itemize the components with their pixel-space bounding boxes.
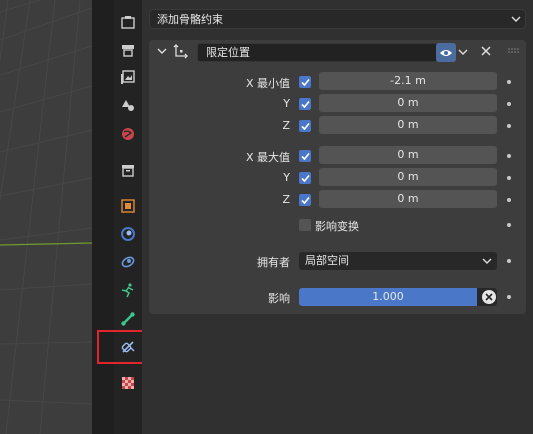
chevron-down-icon[interactable] bbox=[457, 46, 469, 58]
min-y-label: Y bbox=[283, 97, 290, 110]
min-x-label: X 最小值 bbox=[245, 77, 290, 90]
disable-keep-temp-button[interactable] bbox=[482, 290, 496, 304]
drag-handle-icon[interactable] bbox=[508, 48, 520, 54]
max-z-label: Z bbox=[282, 193, 290, 206]
collapse-chevron-icon[interactable] bbox=[157, 46, 167, 56]
owner-space-value: 局部空间 bbox=[305, 254, 349, 267]
keyframe-dot[interactable] bbox=[507, 154, 511, 158]
influence-value: 1.000 bbox=[372, 290, 404, 303]
viewport-border bbox=[92, 0, 114, 434]
min-z-field[interactable]: 0 m bbox=[319, 116, 497, 134]
eye-icon bbox=[440, 49, 452, 56]
use-max-z-checkbox[interactable] bbox=[299, 194, 311, 206]
keyframe-dot[interactable] bbox=[507, 223, 511, 227]
max-y-label: Y bbox=[283, 171, 290, 184]
3d-viewport[interactable] bbox=[0, 0, 92, 434]
min-y-field[interactable]: 0 m bbox=[319, 94, 497, 112]
checkmark-icon bbox=[300, 122, 310, 130]
texture-icon bbox=[122, 377, 134, 389]
close-icon[interactable] bbox=[480, 45, 492, 57]
keyframe-dot[interactable] bbox=[507, 259, 511, 263]
render-icon bbox=[122, 45, 134, 57]
close-icon bbox=[485, 293, 493, 301]
keyframe-dot[interactable] bbox=[507, 295, 511, 299]
owner-label: 拥有者 bbox=[257, 256, 290, 269]
collection-icon bbox=[122, 165, 134, 177]
use-min-z-checkbox[interactable] bbox=[299, 120, 311, 132]
tab-bone[interactable] bbox=[114, 306, 142, 332]
tab-object[interactable] bbox=[114, 193, 142, 219]
checkmark-icon bbox=[300, 100, 310, 108]
particles-icon bbox=[121, 256, 135, 268]
checkmark-icon bbox=[300, 152, 310, 160]
affect-transform-checkbox[interactable] bbox=[299, 219, 311, 231]
limit-location-icon bbox=[173, 44, 188, 59]
use-max-x-checkbox[interactable] bbox=[299, 150, 311, 162]
owner-space-dropdown[interactable]: 局部空间 bbox=[299, 252, 497, 270]
chevron-down-icon bbox=[482, 258, 492, 264]
use-max-y-checkbox[interactable] bbox=[299, 172, 311, 184]
affect-transform-label: 影响变换 bbox=[315, 220, 359, 233]
influence-slider[interactable]: 1.000 bbox=[299, 288, 497, 306]
tab-particles[interactable] bbox=[114, 249, 142, 275]
bone-icon bbox=[121, 312, 135, 326]
object-icon bbox=[121, 199, 135, 213]
tab-physics[interactable] bbox=[114, 277, 142, 303]
modifier-icon bbox=[121, 227, 135, 241]
output-icon bbox=[121, 70, 135, 84]
tab-collection[interactable] bbox=[114, 157, 142, 183]
checkmark-icon bbox=[300, 78, 310, 86]
min-z-label: Z bbox=[282, 119, 290, 132]
checkmark-icon bbox=[300, 196, 310, 204]
influence-label: 影响 bbox=[268, 292, 290, 305]
tab-output[interactable] bbox=[114, 64, 142, 90]
physics-icon bbox=[121, 283, 134, 298]
keyframe-dot[interactable] bbox=[507, 176, 511, 180]
max-x-label: X 最大值 bbox=[245, 151, 290, 164]
keyframe-dot[interactable] bbox=[507, 124, 511, 128]
keyframe-dot[interactable] bbox=[507, 198, 511, 202]
scene-icon bbox=[122, 128, 134, 140]
min-x-field[interactable]: -2.1 m bbox=[319, 72, 497, 90]
use-min-y-checkbox[interactable] bbox=[299, 98, 311, 110]
chevron-down-icon bbox=[511, 16, 521, 22]
view-layer-icon bbox=[122, 100, 134, 111]
max-x-field[interactable]: 0 m bbox=[319, 146, 497, 164]
add-bone-constraint-label: 添加骨骼约束 bbox=[157, 13, 223, 26]
use-min-x-checkbox[interactable] bbox=[299, 76, 311, 88]
tab-scene[interactable] bbox=[114, 121, 142, 147]
keyframe-dot[interactable] bbox=[507, 102, 511, 106]
add-bone-constraint-dropdown[interactable]: 添加骨骼约束 bbox=[149, 9, 526, 29]
constraint-name-field[interactable]: 限定位置 bbox=[197, 43, 437, 62]
keyframe-dot[interactable] bbox=[507, 80, 511, 84]
tab-modifier[interactable] bbox=[114, 221, 142, 247]
tab-render[interactable] bbox=[114, 37, 142, 63]
max-z-field[interactable]: 0 m bbox=[319, 190, 497, 208]
checkmark-icon bbox=[300, 174, 310, 182]
max-y-field[interactable]: 0 m bbox=[319, 168, 497, 186]
properties-tab-strip bbox=[114, 0, 142, 434]
tool-icon bbox=[121, 16, 135, 29]
tab-texture[interactable] bbox=[114, 370, 142, 396]
visibility-toggle[interactable] bbox=[436, 43, 456, 62]
tab-view-layer[interactable] bbox=[114, 92, 142, 118]
tab-tool[interactable] bbox=[114, 9, 142, 35]
